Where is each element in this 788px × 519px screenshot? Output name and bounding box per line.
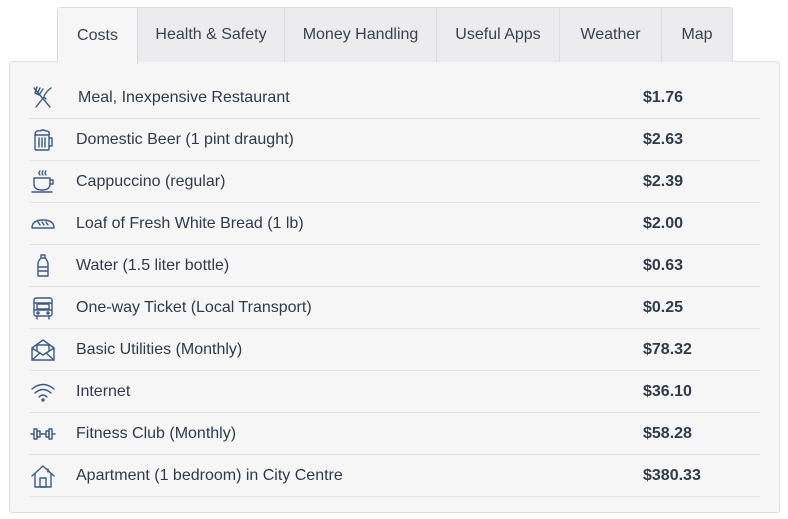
cost-value: $36.10: [643, 382, 692, 400]
bus-icon: [29, 294, 57, 322]
costs-list: Meal, Inexpensive Restaurant $1.76 Domes…: [29, 77, 760, 497]
list-item: Meal, Inexpensive Restaurant $1.76: [29, 77, 760, 119]
cost-label: Internet: [76, 382, 131, 400]
tab-costs[interactable]: Costs: [58, 8, 138, 64]
beer-mug-icon: [29, 126, 57, 154]
cost-value: $2.00: [643, 214, 684, 232]
cost-value: $0.25: [643, 298, 684, 316]
cost-value: $58.28: [643, 424, 692, 442]
cost-value: $0.63: [643, 256, 684, 274]
list-item: Fitness Club (Monthly) $58.28: [29, 413, 760, 455]
list-item: Apartment (1 bedroom) in City Centre $38…: [29, 455, 760, 497]
cost-label: Meal, Inexpensive Restaurant: [78, 88, 290, 106]
water-bottle-icon: [29, 252, 57, 280]
tab-useful-apps[interactable]: Useful Apps: [437, 8, 560, 62]
tab-health-safety[interactable]: Health & Safety: [138, 8, 285, 62]
dumbbell-icon: [29, 420, 57, 448]
tab-map[interactable]: Map: [662, 8, 732, 62]
cost-label: Loaf of Fresh White Bread (1 lb): [76, 214, 304, 232]
list-item: Domestic Beer (1 pint draught) $2.63: [29, 119, 760, 161]
cost-label: Domestic Beer (1 pint draught): [76, 130, 294, 148]
cost-label: Cappuccino (regular): [76, 172, 226, 190]
house-icon: [29, 462, 57, 490]
cost-value: $1.76: [643, 88, 684, 106]
cost-value: $2.39: [643, 172, 684, 190]
bread-icon: [29, 210, 57, 238]
list-item: Basic Utilities (Monthly) $78.32: [29, 329, 760, 371]
cost-value: $380.33: [643, 466, 701, 484]
cost-label: Fitness Club (Monthly): [76, 424, 237, 442]
list-item: One-way Ticket (Local Transport) $0.25: [29, 287, 760, 329]
cost-label: Apartment (1 bedroom) in City Centre: [76, 466, 343, 484]
envelope-icon: [29, 336, 57, 364]
tab-bar: Costs Health & Safety Money Handling Use…: [57, 7, 733, 64]
wifi-icon: [29, 378, 57, 406]
cost-value: $78.32: [643, 340, 692, 358]
tab-weather[interactable]: Weather: [560, 8, 662, 62]
list-item: Cappuccino (regular) $2.39: [29, 161, 760, 203]
coffee-cup-icon: [29, 168, 57, 196]
cost-label: Water (1.5 liter bottle): [76, 256, 230, 274]
tab-money-handling[interactable]: Money Handling: [285, 8, 437, 62]
list-item: Loaf of Fresh White Bread (1 lb) $2.00: [29, 203, 760, 245]
cost-value: $2.63: [643, 130, 684, 148]
cost-label: Basic Utilities (Monthly): [76, 340, 243, 358]
list-item: Internet $36.10: [29, 371, 760, 413]
list-item: Water (1.5 liter bottle) $0.63: [29, 245, 760, 287]
fork-knife-icon: [29, 84, 57, 112]
costs-panel: Meal, Inexpensive Restaurant $1.76 Domes…: [9, 61, 780, 513]
cost-label: One-way Ticket (Local Transport): [76, 298, 312, 316]
